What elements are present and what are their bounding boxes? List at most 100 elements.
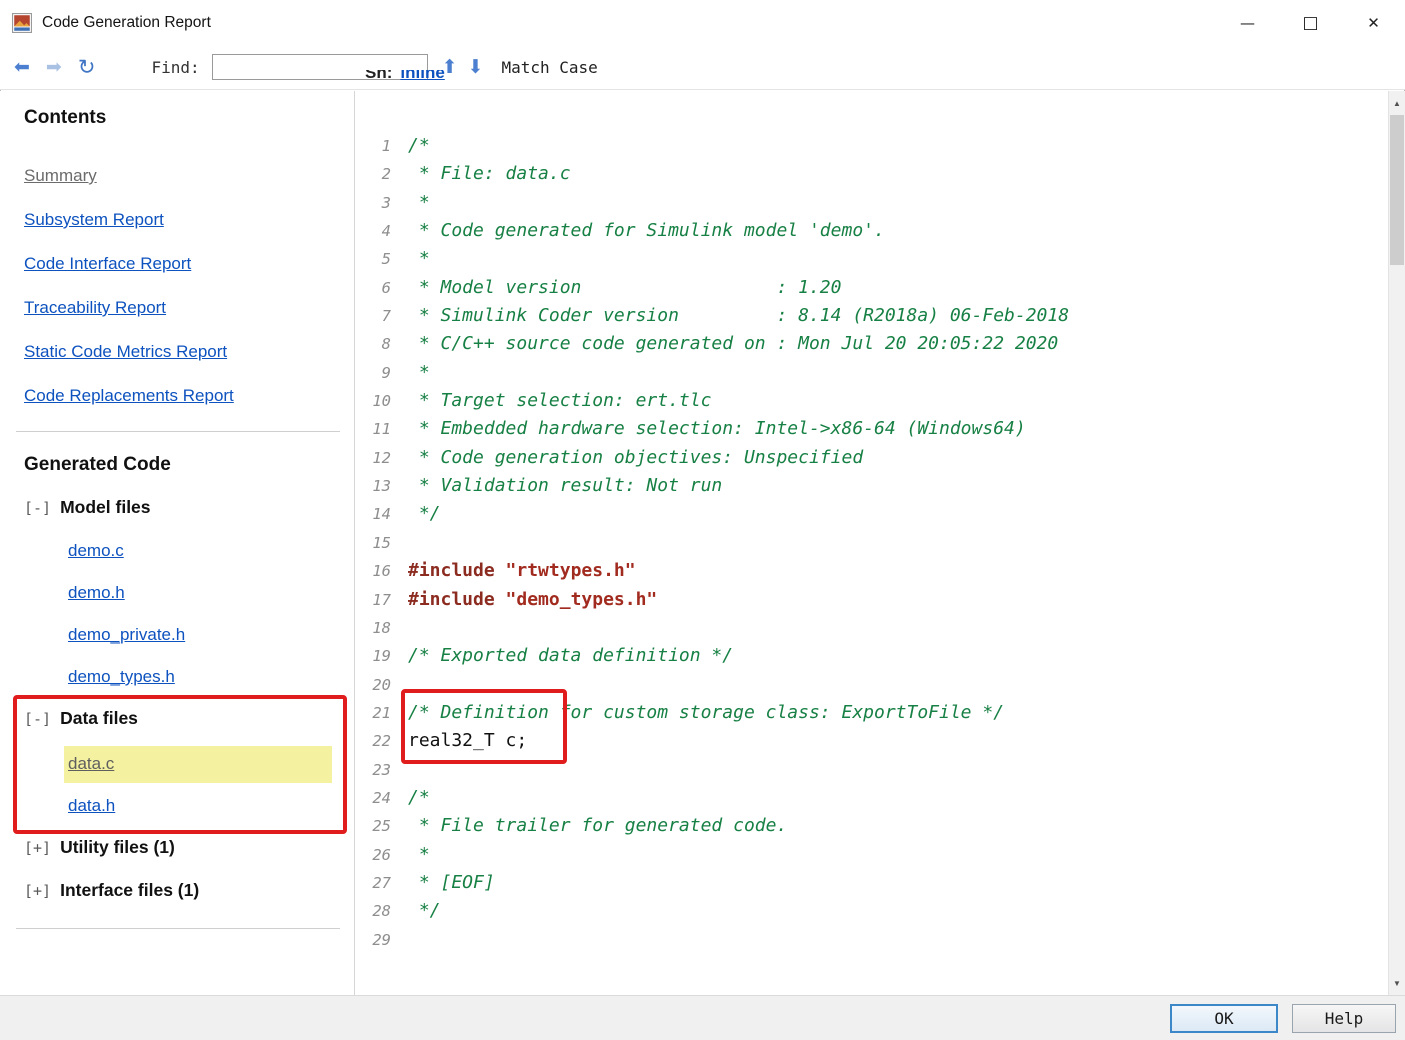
code-line: 23 xyxy=(355,756,1405,784)
tree-expander-icon[interactable]: [+] xyxy=(24,882,51,900)
line-text: * C/C++ source code generated on : Mon J… xyxy=(408,333,1059,355)
forward-icon[interactable]: ➡ xyxy=(46,58,62,77)
line-number: 11 xyxy=(372,420,391,439)
code-line: 6 * Model version : 1.20 xyxy=(355,274,1405,302)
code-line: 7 * Simulink Coder version : 8.14 (R2018… xyxy=(355,302,1405,330)
contents-link-code-replacements-report[interactable]: Code Replacements Report xyxy=(24,387,354,405)
line-text: */ xyxy=(408,503,441,525)
back-icon[interactable]: ⬅ xyxy=(14,58,30,77)
code-line: 8 * C/C++ source code generated on : Mon… xyxy=(355,330,1405,358)
main-area: Contents Summary Subsystem Report Code Int… xyxy=(0,91,1405,995)
tree-expander-icon[interactable]: [+] xyxy=(24,839,51,857)
ok-button[interactable]: OK xyxy=(1170,1004,1278,1033)
line-text: * Model version : 1.20 xyxy=(408,276,842,298)
line-text: * xyxy=(408,191,430,213)
file-link-demo-types-h[interactable]: demo_types.h xyxy=(68,667,175,686)
line-text: * File trailer for generated code. xyxy=(408,815,788,837)
code-line: 29 xyxy=(355,926,1405,954)
maximize-icon[interactable]: □ xyxy=(1279,0,1342,45)
refresh-icon[interactable]: ↻ xyxy=(78,57,96,78)
line-number: 6 xyxy=(381,278,391,297)
code-generation-report-window: Code Generation Report — □ ✕ ⬅ ➡ ↻ Find:… xyxy=(0,0,1405,1040)
find-label: Find: xyxy=(151,57,200,77)
sidebar: Contents Summary Subsystem Report Code Int… xyxy=(0,91,355,995)
file-link-data-c[interactable]: data.c xyxy=(68,754,114,773)
line-text: /* xyxy=(408,786,430,808)
code-line: 27 * [EOF] xyxy=(355,869,1405,897)
line-number: 24 xyxy=(372,788,391,807)
contents-links: Summary Subsystem Report Code Interface Re… xyxy=(24,167,354,405)
line-text: #include "demo_types.h" xyxy=(408,588,658,610)
line-number: 9 xyxy=(381,363,391,382)
tree-group-utility-files-1: [+] Utility files (1) xyxy=(24,837,354,859)
file-link-demo-c[interactable]: demo.c xyxy=(68,541,124,560)
line-number: 29 xyxy=(372,930,391,949)
line-number: 27 xyxy=(372,873,391,892)
tree-group-data-files: [-] Data files xyxy=(24,708,354,730)
code-line: 19 /* Exported data definition */ xyxy=(355,642,1405,670)
scroll-down-icon[interactable]: ▼ xyxy=(1389,973,1405,993)
scrollbar-thumb[interactable] xyxy=(1390,115,1404,265)
line-text: * File: data.c xyxy=(408,163,571,185)
code-line: 26 * xyxy=(355,841,1405,869)
titlebar: Code Generation Report — □ ✕ xyxy=(0,0,1405,45)
line-text: /* xyxy=(408,135,430,156)
contents-link-summary[interactable]: Summary xyxy=(24,167,354,185)
help-button[interactable]: Help xyxy=(1292,1004,1396,1033)
close-icon[interactable]: ✕ xyxy=(1342,0,1405,45)
code-line: 11 * Embedded hardware selection: Intel-… xyxy=(355,415,1405,443)
vertical-scrollbar[interactable]: ▲ ▼ xyxy=(1388,91,1405,995)
clipped-header-label: Sh: xyxy=(365,70,393,82)
code-line: 2 * File: data.c xyxy=(355,160,1405,188)
code-line: 25 * File trailer for generated code. xyxy=(355,812,1405,840)
tree-file-row: demo_private.h xyxy=(68,626,354,645)
scroll-up-icon[interactable]: ▲ xyxy=(1389,93,1405,113)
tree-file-row: demo.c xyxy=(68,542,354,561)
line-text: /* Definition for custom storage class: … xyxy=(408,701,1005,723)
contents-heading: Contents xyxy=(24,107,107,128)
contents-link-code-interface-report[interactable]: Code Interface Report xyxy=(24,255,354,273)
code-line: 15 xyxy=(355,529,1405,557)
toolbar: ⬅ ➡ ↻ Find: ⬆ ⬇ Match Case xyxy=(0,45,1405,90)
code-line: 20 xyxy=(355,671,1405,699)
tree-group-label: Interface files (1) xyxy=(60,880,200,900)
line-number: 13 xyxy=(372,477,391,496)
line-number: 28 xyxy=(372,902,391,921)
footer-bar: OK Help xyxy=(0,995,1405,1040)
tree-file-row: demo_types.h xyxy=(68,668,354,687)
line-number: 23 xyxy=(372,760,391,779)
file-link-data-h[interactable]: data.h xyxy=(68,796,115,815)
line-text: * Validation result: Not run xyxy=(408,475,723,497)
tree-group-model-files: [-] Model files xyxy=(24,497,354,519)
code-lines: 1/* 2 * File: data.c 3 * 4 * Code generated… xyxy=(355,91,1405,954)
line-number: 20 xyxy=(372,675,391,694)
contents-link-static-code-metrics-report[interactable]: Static Code Metrics Report xyxy=(24,343,354,361)
line-number: 7 xyxy=(381,307,391,326)
line-number: 5 xyxy=(381,250,391,269)
line-number: 4 xyxy=(381,222,391,241)
clipped-page-header: Sh: inline xyxy=(365,70,445,89)
tree-expander-icon[interactable]: [-] xyxy=(24,499,51,517)
code-line: 28 */ xyxy=(355,897,1405,925)
code-line: 14 */ xyxy=(355,500,1405,528)
file-link-demo-h[interactable]: demo.h xyxy=(68,583,125,602)
find-next-icon[interactable]: ⬇ xyxy=(468,58,484,77)
line-number: 15 xyxy=(372,533,391,552)
match-case-toggle[interactable]: Match Case xyxy=(501,58,597,77)
clipped-header-link[interactable]: inline xyxy=(400,70,444,82)
contents-link-subsystem-report[interactable]: Subsystem Report xyxy=(24,211,354,229)
file-link-demo-private-h[interactable]: demo_private.h xyxy=(68,625,185,644)
line-text: * [EOF] xyxy=(408,871,495,893)
tree-group-label: Utility files (1) xyxy=(60,837,175,857)
window-title: Code Generation Report xyxy=(42,13,211,31)
tree-file-row: demo.h xyxy=(68,584,354,603)
contents-link-traceability-report[interactable]: Traceability Report xyxy=(24,299,354,317)
line-text: * Code generation objectives: Unspecifie… xyxy=(408,446,864,468)
line-number: 21 xyxy=(372,703,391,722)
code-line: 16 #include "rtwtypes.h" xyxy=(355,557,1405,585)
minimize-icon[interactable]: — xyxy=(1216,0,1279,45)
tree-expander-icon[interactable]: [-] xyxy=(24,710,51,728)
sidebar-divider-bottom xyxy=(16,928,340,929)
line-text: * Code generated for Simulink model 'dem… xyxy=(408,220,885,242)
line-text: /* Exported data definition */ xyxy=(408,645,734,667)
